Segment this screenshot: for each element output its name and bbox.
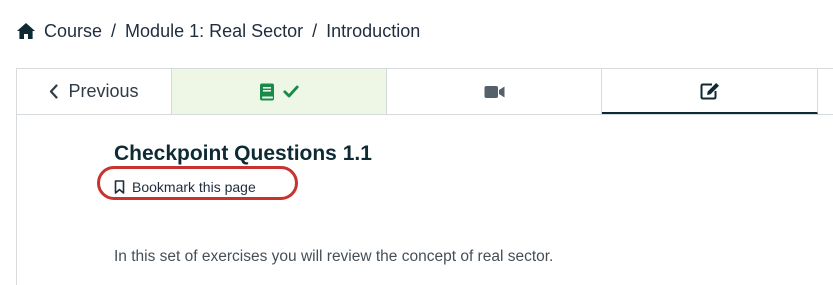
page-title: Checkpoint Questions 1.1 bbox=[114, 142, 372, 165]
main-content: Checkpoint Questions 1.1 Bookmark this p… bbox=[16, 115, 833, 285]
edit-icon bbox=[700, 82, 720, 100]
intro-text: In this set of exercises you will review… bbox=[114, 248, 554, 265]
home-icon[interactable] bbox=[16, 22, 36, 40]
tab-problem-active[interactable] bbox=[602, 69, 818, 114]
video-camera-icon bbox=[484, 85, 505, 99]
tab-reading-completed[interactable] bbox=[172, 69, 387, 114]
bookmark-label: Bookmark this page bbox=[132, 179, 256, 195]
breadcrumb-module[interactable]: Module 1: Real Sector bbox=[125, 21, 303, 42]
check-icon bbox=[283, 85, 299, 98]
breadcrumb-current[interactable]: Introduction bbox=[326, 21, 420, 42]
previous-label: Previous bbox=[68, 81, 139, 101]
chevron-left-icon bbox=[49, 84, 59, 99]
breadcrumb-separator: / bbox=[312, 20, 318, 41]
bookmark-button[interactable]: Bookmark this page bbox=[114, 178, 256, 196]
book-icon bbox=[259, 83, 275, 101]
breadcrumb-course[interactable]: Course bbox=[44, 21, 102, 42]
bookmark-icon bbox=[114, 180, 125, 194]
unit-navigation: Previous bbox=[16, 68, 833, 115]
previous-button[interactable]: Previous bbox=[17, 69, 172, 114]
breadcrumb-separator: / bbox=[111, 20, 117, 41]
breadcrumb: Course / Module 1: Real Sector / Introdu… bbox=[16, 19, 420, 43]
tab-video[interactable] bbox=[387, 69, 602, 114]
